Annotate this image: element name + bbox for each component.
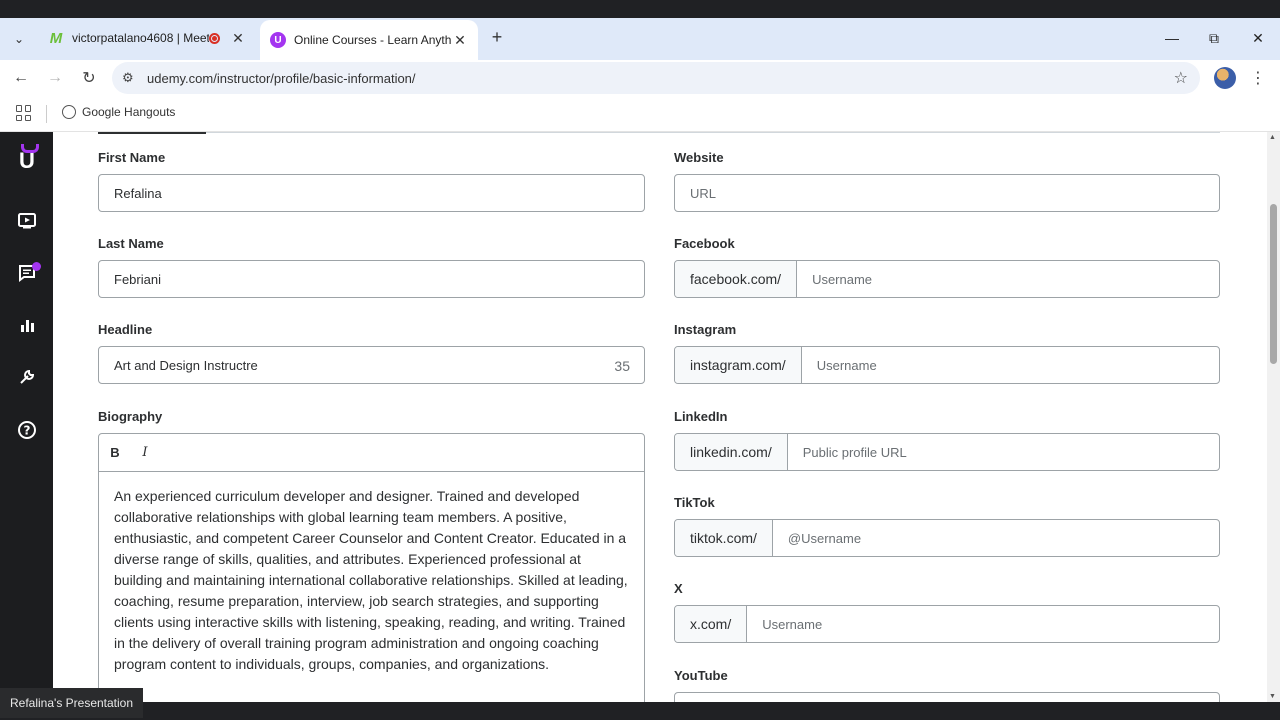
svg-text:?: ? bbox=[24, 424, 31, 438]
reload-icon[interactable]: ↻ bbox=[76, 65, 102, 91]
bookmark-separator bbox=[46, 105, 47, 123]
tiktok-input[interactable]: @Username bbox=[773, 520, 861, 556]
biography-editor[interactable]: B I An experienced curriculum developer … bbox=[98, 433, 645, 702]
instagram-label: Instagram bbox=[674, 322, 737, 337]
biography-label: Biography bbox=[98, 409, 163, 424]
website-input[interactable]: URL bbox=[674, 174, 1220, 212]
tab-udemy[interactable]: U Online Courses - Learn Anythin ✕ bbox=[260, 20, 478, 60]
scroll-down-icon[interactable]: ▼ bbox=[1269, 693, 1276, 700]
os-top-strip bbox=[0, 0, 1280, 18]
bookmark-star-icon[interactable]: ☆ bbox=[1174, 68, 1188, 88]
last-name-label: Last Name bbox=[98, 236, 164, 251]
x-input[interactable]: Username bbox=[747, 606, 822, 642]
apps-grid-icon[interactable] bbox=[16, 105, 32, 121]
section-tabs-border bbox=[206, 132, 1220, 133]
bookmark-label: Google Hangouts bbox=[82, 105, 176, 119]
instagram-input[interactable]: Username bbox=[802, 347, 877, 383]
x-field[interactable]: x.com/ Username bbox=[674, 605, 1220, 643]
browser-navbar: ← → ↻ ⚙ udemy.com/instructor/profile/bas… bbox=[0, 60, 1280, 96]
youtube-label: YouTube bbox=[674, 668, 728, 683]
editor-toolbar: B I bbox=[99, 434, 644, 472]
tab-title: Online Courses - Learn Anythin bbox=[294, 33, 452, 47]
scroll-up-icon[interactable]: ▲ bbox=[1269, 134, 1276, 141]
last-name-input[interactable]: Febriani bbox=[98, 260, 645, 298]
active-section-tab-underline bbox=[98, 132, 206, 134]
minimize-icon[interactable]: — bbox=[1152, 24, 1192, 52]
tiktok-label: TikTok bbox=[674, 495, 715, 510]
globe-icon bbox=[62, 105, 76, 119]
notification-dot bbox=[32, 262, 41, 271]
back-icon[interactable]: ← bbox=[8, 65, 34, 91]
facebook-label: Facebook bbox=[674, 236, 735, 251]
url-text[interactable]: udemy.com/instructor/profile/basic-infor… bbox=[147, 71, 416, 86]
meetn-favicon-icon: M bbox=[49, 29, 63, 47]
tab-title: victorpatalano4608 | Meetn bbox=[72, 31, 209, 45]
browser-menu-icon[interactable]: ⋮ bbox=[1248, 65, 1268, 91]
presentation-label: Refalina's Presentation bbox=[0, 688, 144, 718]
new-tab-icon[interactable]: + bbox=[486, 26, 508, 48]
headline-char-counter: 35 bbox=[614, 358, 630, 374]
udemy-favicon-icon: U bbox=[270, 32, 286, 48]
linkedin-prefix: linkedin.com/ bbox=[675, 434, 788, 470]
instagram-field[interactable]: instagram.com/ Username bbox=[674, 346, 1220, 384]
video-icon[interactable] bbox=[16, 210, 38, 232]
website-label: Website bbox=[674, 150, 724, 165]
biography-text[interactable]: An experienced curriculum developer and … bbox=[99, 472, 644, 689]
help-icon[interactable]: ? bbox=[16, 419, 38, 441]
tiktok-prefix: tiktok.com/ bbox=[675, 520, 773, 556]
tiktok-field[interactable]: tiktok.com/ @Username bbox=[674, 519, 1220, 557]
tab-search-icon[interactable]: ⌄ bbox=[6, 26, 32, 52]
tools-icon[interactable] bbox=[16, 366, 38, 388]
italic-button[interactable]: I bbox=[139, 445, 151, 460]
linkedin-label: LinkedIn bbox=[674, 409, 728, 424]
facebook-input[interactable]: Username bbox=[797, 261, 872, 297]
close-tab-icon[interactable]: ✕ bbox=[230, 30, 246, 47]
profile-form-area: First Name Refalina Last Name Febriani H… bbox=[53, 132, 1267, 702]
facebook-prefix: facebook.com/ bbox=[675, 261, 798, 297]
first-name-input[interactable]: Refalina bbox=[98, 174, 645, 212]
headline-value: Art and Design Instructre bbox=[114, 357, 258, 373]
forward-icon[interactable]: → bbox=[42, 65, 68, 91]
os-bottom-strip bbox=[0, 702, 1280, 720]
bold-button[interactable]: B bbox=[109, 445, 121, 460]
scrollbar-thumb[interactable] bbox=[1270, 204, 1277, 364]
instructor-sidebar: U ? bbox=[0, 132, 53, 702]
x-label: X bbox=[674, 581, 683, 596]
address-bar[interactable]: ⚙ udemy.com/instructor/profile/basic-inf… bbox=[112, 62, 1200, 94]
bookmark-google-hangouts[interactable]: Google Hangouts bbox=[62, 105, 175, 119]
headline-input[interactable]: Art and Design Instructre 35 bbox=[98, 346, 645, 384]
tab-meetn[interactable]: M victorpatalano4608 | Meetn ✕ bbox=[38, 20, 256, 56]
first-name-label: First Name bbox=[98, 150, 166, 165]
linkedin-input[interactable]: Public profile URL bbox=[788, 434, 907, 470]
site-info-icon[interactable]: ⚙ bbox=[122, 70, 134, 86]
recording-icon bbox=[209, 32, 220, 44]
youtube-field[interactable] bbox=[674, 692, 1220, 702]
close-tab-icon[interactable]: ✕ bbox=[452, 32, 468, 49]
udemy-logo-icon[interactable]: U bbox=[15, 148, 39, 174]
headline-label: Headline bbox=[98, 322, 153, 337]
bookmarks-bar: Google Hangouts bbox=[0, 96, 1280, 132]
browser-tabstrip: ⌄ M victorpatalano4608 | Meetn ✕ U Onlin… bbox=[0, 18, 1280, 60]
page-scrollbar[interactable]: ▲ ▼ bbox=[1267, 132, 1280, 702]
close-window-icon[interactable]: ✕ bbox=[1238, 24, 1278, 52]
restore-icon[interactable]: ⧉ bbox=[1194, 24, 1234, 52]
chart-icon[interactable] bbox=[16, 314, 38, 336]
profile-avatar[interactable] bbox=[1214, 67, 1236, 89]
x-prefix: x.com/ bbox=[675, 606, 748, 642]
linkedin-field[interactable]: linkedin.com/ Public profile URL bbox=[674, 433, 1220, 471]
instagram-prefix: instagram.com/ bbox=[675, 347, 802, 383]
facebook-field[interactable]: facebook.com/ Username bbox=[674, 260, 1220, 298]
